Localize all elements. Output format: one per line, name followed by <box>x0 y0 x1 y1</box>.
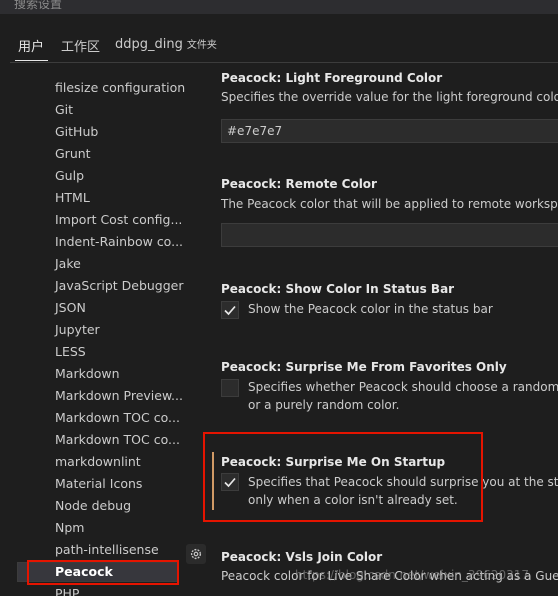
status-bar-checkbox[interactable] <box>221 301 239 319</box>
tree-item[interactable]: Git <box>55 102 73 117</box>
setting-remote-color: Peacock: Remote Color The Peacock color … <box>221 177 558 211</box>
tree-item[interactable]: Gulp <box>55 168 84 183</box>
setting-title: Peacock: Vsls Join Color <box>221 550 383 564</box>
setting-status-bar: Peacock: Show Color In Status Bar <box>221 282 558 296</box>
tree-item[interactable]: path-intellisense <box>55 542 159 557</box>
tab-folder-label: ddpg_ding <box>115 37 183 52</box>
tree-item[interactable]: Material Icons <box>55 476 142 491</box>
setting-description: Show the Peacock color in the status bar <box>248 302 493 316</box>
settings-tabs: 用户 工作区 ddpg_ding 文件夹 <box>0 28 558 62</box>
tab-workspace[interactable]: 工作区 <box>61 36 100 55</box>
tab-user[interactable]: 用户 <box>18 36 44 55</box>
setting-title: Peacock: Show Color In Status Bar <box>221 282 455 296</box>
tab-folder-suffix: 文件夹 <box>186 40 217 51</box>
tree-item[interactable]: HTML <box>55 190 90 205</box>
setting-description: or a purely random color. <box>248 398 400 412</box>
tree-item[interactable]: PHP <box>55 586 79 596</box>
tab-folder[interactable]: ddpg_ding 文件夹 <box>115 36 217 52</box>
tree-item[interactable]: Markdown TOC co... <box>55 432 180 447</box>
setting-description: Specifies whether Peacock should choose … <box>248 380 558 394</box>
setting-light-foreground: Peacock: Light Foreground Color Specifie… <box>221 71 558 104</box>
tree-item[interactable]: Jupyter <box>55 322 100 337</box>
tree-item[interactable]: Markdown Preview... <box>55 388 183 403</box>
remote-color-input[interactable] <box>221 223 558 247</box>
setting-title: Peacock: Light Foreground Color <box>221 71 443 85</box>
tree-item[interactable]: markdownlint <box>55 454 141 469</box>
search-input[interactable]: 搜索设置 <box>14 0 62 12</box>
setting-title: Peacock: Surprise Me From Favorites Only <box>221 360 507 374</box>
tree-item[interactable]: Import Cost config... <box>55 212 182 227</box>
tree-item[interactable]: Grunt <box>55 146 91 161</box>
search-bar[interactable]: 搜索设置 <box>0 0 558 14</box>
setting-title: Peacock: Remote Color <box>221 177 377 191</box>
watermark: https://blog.csdn.net/weixin_39620317 <box>295 568 530 582</box>
tree-item[interactable]: Indent-Rainbow co... <box>55 234 183 249</box>
light-foreground-input[interactable]: #e7e7e7 <box>221 119 558 143</box>
setting-favorites-only: Peacock: Surprise Me From Favorites Only <box>221 360 558 374</box>
settings-tree: filesize configuration Git GitHub Grunt … <box>0 78 200 596</box>
setting-description: The Peacock color that will be applied t… <box>221 197 558 211</box>
tree-item[interactable]: filesize configuration <box>55 80 185 95</box>
check-icon <box>224 305 236 316</box>
tree-item[interactable]: Markdown TOC co... <box>55 410 180 425</box>
gear-icon[interactable] <box>186 544 206 564</box>
tree-item[interactable]: Jake <box>55 256 81 271</box>
setting-description: Specifies the override value for the lig… <box>221 90 558 104</box>
tree-item[interactable]: JSON <box>55 300 86 315</box>
tree-item[interactable]: Npm <box>55 520 84 535</box>
selection-highlight-annotation <box>27 560 179 585</box>
tree-item[interactable]: Node debug <box>55 498 131 513</box>
startup-highlight-annotation <box>203 432 483 522</box>
active-tab-indicator <box>15 60 48 61</box>
tree-item[interactable]: JavaScript Debugger <box>55 278 184 293</box>
favorites-only-checkbox[interactable] <box>221 379 239 397</box>
tree-item[interactable]: LESS <box>55 344 86 359</box>
tree-item[interactable]: GitHub <box>55 124 98 139</box>
tree-item[interactable]: Markdown <box>55 366 120 381</box>
